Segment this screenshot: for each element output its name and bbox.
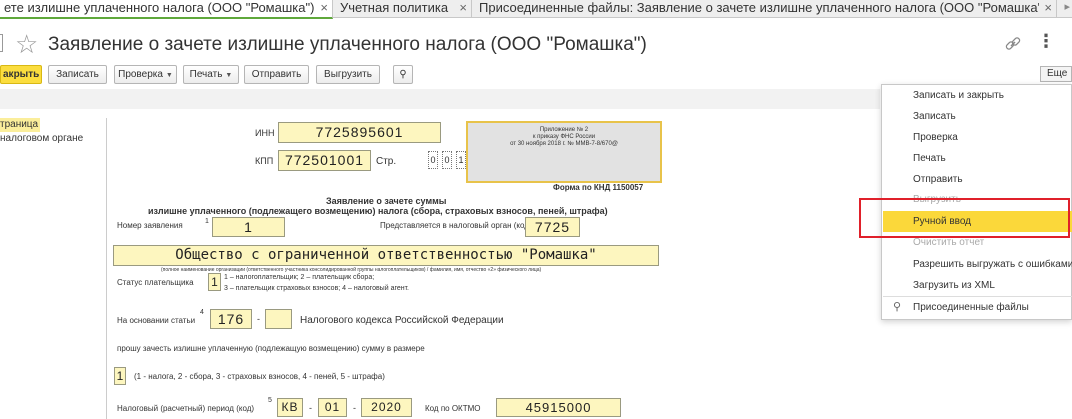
approval-stamp: Приложение № 2 к приказу ФНС России от 3… (466, 121, 662, 183)
payer-status-field[interactable]: 1 (208, 273, 221, 291)
check-label: Проверка (118, 69, 163, 80)
payment-type-field[interactable]: 1 (114, 367, 126, 385)
tab-accounting-policy[interactable]: Учетная политика × (336, 0, 472, 18)
page-digit[interactable]: 0 (442, 151, 452, 169)
article-suffix: Налогового кодекса Российской Федерации (300, 315, 504, 326)
more-actions-icon[interactable]: ⋮ (1037, 32, 1055, 50)
close-icon[interactable]: × (459, 0, 467, 16)
menu-item-save-and-close[interactable]: Записать и закрыть (883, 85, 1072, 106)
stamp-line: Приложение № 2 (539, 127, 589, 133)
footnote-mark: 5 (268, 397, 272, 404)
send-button[interactable]: Отправить (244, 65, 309, 84)
inn-field[interactable]: 7725895601 (278, 122, 441, 143)
title-row: ☆ Заявление о зачете излишне уплаченного… (0, 26, 1072, 62)
close-icon[interactable]: × (1044, 0, 1052, 16)
chevron-down-icon: ▼ (165, 72, 173, 79)
article-field[interactable]: 176 (210, 309, 252, 329)
page-title: Заявление о зачете излишне уплаченного н… (48, 34, 647, 55)
menu-item-load-xml[interactable]: Загрузить из XML (883, 275, 1072, 296)
nav-arrow-icon[interactable] (0, 34, 3, 52)
dash: - (309, 403, 312, 413)
save-and-close-button[interactable]: акрыть (0, 65, 42, 84)
tab-label: Учетная политика (340, 0, 449, 15)
close-icon[interactable]: × (320, 0, 328, 16)
dash: - (257, 314, 260, 324)
period-number-field[interactable]: 01 (318, 398, 347, 417)
more-button[interactable]: Еще (1040, 66, 1072, 82)
tab-label: Присоединенные файлы: Заявление о зачете… (479, 0, 1039, 15)
content-header-strip (0, 89, 880, 109)
footnote-mark: 4 (200, 309, 204, 316)
tab-application[interactable]: ете излишне уплаченного налога (ООО "Ром… (0, 0, 333, 19)
tab-attached-files[interactable]: Присоединенные файлы: Заявление о зачете… (475, 0, 1057, 18)
payment-type-hint: (1 - налога, 2 - сбора, 3 - страховых вз… (134, 372, 385, 381)
save-button[interactable]: Записать (48, 65, 107, 84)
page-digit[interactable]: 0 (428, 151, 438, 169)
article-part-field[interactable] (265, 309, 292, 329)
payer-status-hint: 1 – налогоплательщик; 2 – плательщик сбо… (224, 274, 375, 281)
favorite-star-icon[interactable]: ☆ (15, 29, 38, 59)
article-label: На основании статьи (117, 316, 196, 325)
oktmo-label: Код по ОКТМО (425, 404, 481, 413)
check-button[interactable]: Проверка ▼ (114, 65, 177, 84)
tab-bar: ете излишне уплаченного налога (ООО "Ром… (0, 0, 1072, 19)
menu-item-attached-files[interactable]: ⚲ Присоединенные файлы (883, 297, 1072, 318)
section-item[interactable]: налоговом органе (0, 132, 106, 146)
period-code-field[interactable]: КВ (277, 398, 303, 417)
stamp-line: к приказу ФНС России (532, 134, 596, 140)
period-year-field[interactable]: 2020 (361, 398, 412, 417)
app-number-field[interactable]: 1 (212, 217, 285, 237)
kpp-label: КПП (255, 156, 274, 166)
chevron-down-icon: ▼ (225, 72, 233, 79)
menu-item-allow-export-with-errors[interactable]: Разрешить выгружать с ошибками (883, 254, 1072, 275)
tab-label: ете излишне уплаченного налога (ООО "Ром… (4, 0, 315, 15)
link-icon[interactable] (1003, 34, 1023, 54)
menu-item-label: Присоединенные файлы (913, 302, 1029, 313)
payer-status-hint: 3 – плательщик страховых взносов; 4 – на… (224, 285, 409, 292)
app-number-label: Номер заявления (117, 221, 183, 230)
page-digit[interactable]: 1 (456, 151, 466, 169)
export-button[interactable]: Выгрузить (316, 65, 380, 84)
menu-item-check[interactable]: Проверка (883, 127, 1072, 148)
highlight-annotation-frame (859, 198, 1070, 238)
tax-office-label: Представляется в налоговый орган (код) (380, 221, 532, 230)
kpp-field[interactable]: 772501001 (278, 150, 371, 171)
paperclip-icon: ⚲ (399, 69, 407, 80)
menu-item-print[interactable]: Печать (883, 148, 1072, 169)
section-item[interactable]: траница (0, 118, 40, 132)
attach-button[interactable]: ⚲ (393, 65, 413, 84)
org-name-field[interactable]: Общество с ограниченной ответственностью… (113, 245, 659, 266)
payer-status-label: Статус плательщика (117, 278, 194, 287)
footnote-mark: 1 (205, 218, 209, 225)
page-label: Стр. (376, 156, 397, 167)
form-heading-1: Заявление о зачете суммы (326, 196, 447, 206)
tabs-scroll-icon[interactable]: ▸ (1064, 0, 1070, 13)
sections-panel: траница налоговом органе (0, 118, 106, 146)
menu-item-save[interactable]: Записать (883, 106, 1072, 127)
stamp-line: от 30 ноября 2018 г. № ММВ-7-8/670@ (510, 141, 618, 147)
inn-label: ИНН (255, 128, 275, 138)
request-text: прошу зачесть излишне уплаченную (подлеж… (117, 344, 425, 353)
print-label: Печать (189, 69, 223, 80)
oktmo-field[interactable]: 45915000 (496, 398, 621, 417)
tax-office-field[interactable]: 7725 (525, 217, 580, 237)
menu-item-send[interactable]: Отправить (883, 169, 1072, 190)
form-knd: Форма по КНД 1150057 (553, 183, 644, 192)
divider (106, 118, 107, 419)
period-label: Налоговый (расчетный) период (код) (117, 404, 255, 413)
print-button[interactable]: Печать ▼ (183, 65, 239, 84)
dash: - (353, 403, 356, 413)
paperclip-icon: ⚲ (893, 301, 902, 313)
form-heading-2: излишне уплаченного (подлежащего возмеще… (148, 206, 608, 216)
